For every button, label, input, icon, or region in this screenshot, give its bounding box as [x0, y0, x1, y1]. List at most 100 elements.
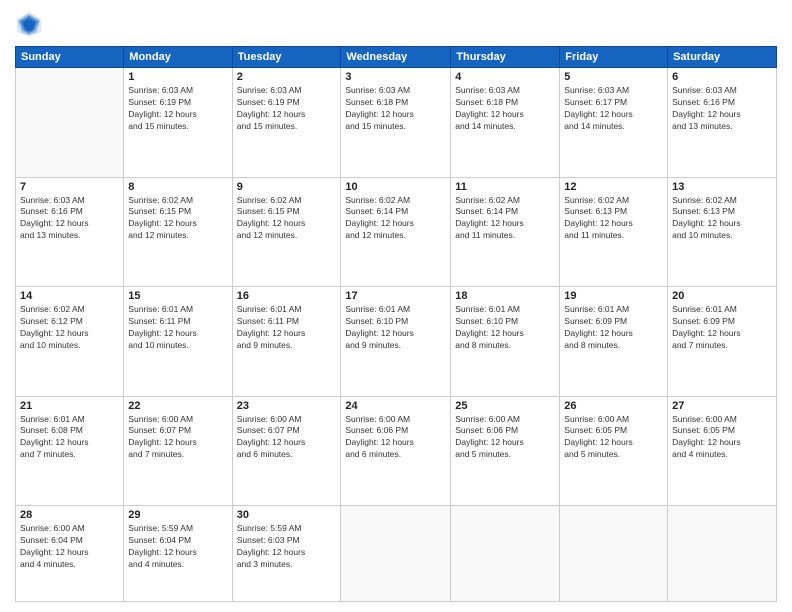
day-number: 19: [564, 290, 663, 302]
day-info: Sunrise: 6:00 AM Sunset: 6:06 PM Dayligh…: [455, 414, 555, 462]
day-number: 10: [345, 181, 446, 193]
day-info: Sunrise: 6:03 AM Sunset: 6:18 PM Dayligh…: [455, 85, 555, 133]
calendar-cell: [341, 506, 451, 602]
day-number: 13: [672, 181, 772, 193]
calendar-cell: 11 Sunrise: 6:02 AM Sunset: 6:14 PM Dayli…: [451, 177, 560, 287]
calendar-cell: 6 Sunrise: 6:03 AM Sunset: 6:16 PM Daylig…: [668, 68, 777, 178]
calendar-cell: 2 Sunrise: 6:03 AM Sunset: 6:19 PM Daylig…: [232, 68, 341, 178]
calendar-week-4: 21Sunrise: 6:01 AM Sunset: 6:08 PM Dayli…: [16, 396, 777, 506]
day-number: 11: [455, 181, 555, 193]
calendar-cell: 10 Sunrise: 6:02 AM Sunset: 6:14 PM Dayli…: [341, 177, 451, 287]
calendar-cell: 9 Sunrise: 6:02 AM Sunset: 6:15 PM Daylig…: [232, 177, 341, 287]
calendar-cell: 18Sunrise: 6:01 AM Sunset: 6:10 PM Dayli…: [451, 287, 560, 397]
day-info: Sunrise: 5:59 AM Sunset: 6:03 PM Dayligh…: [237, 523, 337, 571]
calendar-cell: [451, 506, 560, 602]
calendar-cell: 28 Sunrise: 6:00 AM Sunset: 6:04 PM Dayli…: [16, 506, 124, 602]
day-info: Sunrise: 6:02 AM Sunset: 6:14 PM Dayligh…: [345, 195, 446, 243]
day-info: Sunrise: 6:00 AM Sunset: 6:07 PM Dayligh…: [237, 414, 337, 462]
calendar-cell: 29 Sunrise: 5:59 AM Sunset: 6:04 PM Dayli…: [124, 506, 232, 602]
day-number: 3: [345, 71, 446, 83]
day-number: 12: [564, 181, 663, 193]
day-number: 14: [20, 290, 119, 302]
day-info: Sunrise: 6:00 AM Sunset: 6:04 PM Dayligh…: [20, 523, 119, 571]
day-info: Sunrise: 6:01 AM Sunset: 6:09 PM Dayligh…: [672, 304, 772, 352]
page-header: [15, 10, 777, 38]
calendar-cell: 30 Sunrise: 5:59 AM Sunset: 6:03 PM Dayli…: [232, 506, 341, 602]
calendar-cell: 8 Sunrise: 6:02 AM Sunset: 6:15 PM Daylig…: [124, 177, 232, 287]
calendar-header-monday: Monday: [124, 47, 232, 68]
day-number: 6: [672, 71, 772, 83]
day-info: Sunrise: 5:59 AM Sunset: 6:04 PM Dayligh…: [128, 523, 227, 571]
calendar-cell: 17 Sunrise: 6:01 AM Sunset: 6:10 PM Dayli…: [341, 287, 451, 397]
day-number: 16: [237, 290, 337, 302]
logo: [15, 10, 47, 38]
day-number: 5: [564, 71, 663, 83]
day-number: 15: [128, 290, 227, 302]
day-number: 28: [20, 509, 119, 521]
day-number: 25: [455, 400, 555, 412]
calendar-cell: 26 Sunrise: 6:00 AM Sunset: 6:05 PM Dayli…: [560, 396, 668, 506]
day-info: Sunrise: 6:03 AM Sunset: 6:18 PM Dayligh…: [345, 85, 446, 133]
calendar-header-saturday: Saturday: [668, 47, 777, 68]
calendar-cell: 13 Sunrise: 6:02 AM Sunset: 6:13 PM Dayli…: [668, 177, 777, 287]
calendar-header-sunday: Sunday: [16, 47, 124, 68]
calendar-cell: 23 Sunrise: 6:00 AM Sunset: 6:07 PM Dayli…: [232, 396, 341, 506]
calendar-cell: 24 Sunrise: 6:00 AM Sunset: 6:06 PM Dayli…: [341, 396, 451, 506]
calendar-week-1: 1Sunrise: 6:03 AM Sunset: 6:19 PM Daylig…: [16, 68, 777, 178]
day-number: 9: [237, 181, 337, 193]
day-number: 17: [345, 290, 446, 302]
day-number: 2: [237, 71, 337, 83]
day-number: 23: [237, 400, 337, 412]
day-info: Sunrise: 6:01 AM Sunset: 6:11 PM Dayligh…: [237, 304, 337, 352]
day-number: 4: [455, 71, 555, 83]
day-info: Sunrise: 6:00 AM Sunset: 6:05 PM Dayligh…: [672, 414, 772, 462]
calendar-header-thursday: Thursday: [451, 47, 560, 68]
day-info: Sunrise: 6:01 AM Sunset: 6:10 PM Dayligh…: [345, 304, 446, 352]
calendar-cell: 5 Sunrise: 6:03 AM Sunset: 6:17 PM Daylig…: [560, 68, 668, 178]
logo-icon: [15, 10, 43, 38]
day-info: Sunrise: 6:03 AM Sunset: 6:16 PM Dayligh…: [672, 85, 772, 133]
day-info: Sunrise: 6:00 AM Sunset: 6:06 PM Dayligh…: [345, 414, 446, 462]
calendar-cell: 27Sunrise: 6:00 AM Sunset: 6:05 PM Dayli…: [668, 396, 777, 506]
day-info: Sunrise: 6:02 AM Sunset: 6:15 PM Dayligh…: [128, 195, 227, 243]
calendar-header-wednesday: Wednesday: [341, 47, 451, 68]
calendar-cell: 7 Sunrise: 6:03 AM Sunset: 6:16 PM Daylig…: [16, 177, 124, 287]
day-info: Sunrise: 6:02 AM Sunset: 6:15 PM Dayligh…: [237, 195, 337, 243]
calendar-cell: 22Sunrise: 6:00 AM Sunset: 6:07 PM Dayli…: [124, 396, 232, 506]
day-info: Sunrise: 6:03 AM Sunset: 6:16 PM Dayligh…: [20, 195, 119, 243]
day-number: 29: [128, 509, 227, 521]
calendar-cell: 20 Sunrise: 6:01 AM Sunset: 6:09 PM Dayli…: [668, 287, 777, 397]
day-info: Sunrise: 6:00 AM Sunset: 6:05 PM Dayligh…: [564, 414, 663, 462]
calendar-header-friday: Friday: [560, 47, 668, 68]
calendar-cell: [668, 506, 777, 602]
day-info: Sunrise: 6:02 AM Sunset: 6:13 PM Dayligh…: [564, 195, 663, 243]
day-info: Sunrise: 6:02 AM Sunset: 6:13 PM Dayligh…: [672, 195, 772, 243]
calendar-cell: 1Sunrise: 6:03 AM Sunset: 6:19 PM Daylig…: [124, 68, 232, 178]
calendar-header-tuesday: Tuesday: [232, 47, 341, 68]
day-info: Sunrise: 6:03 AM Sunset: 6:19 PM Dayligh…: [237, 85, 337, 133]
calendar-cell: 15 Sunrise: 6:01 AM Sunset: 6:11 PM Dayli…: [124, 287, 232, 397]
calendar-cell: [16, 68, 124, 178]
calendar-week-2: 7 Sunrise: 6:03 AM Sunset: 6:16 PM Daylig…: [16, 177, 777, 287]
day-info: Sunrise: 6:03 AM Sunset: 6:17 PM Dayligh…: [564, 85, 663, 133]
day-number: 24: [345, 400, 446, 412]
calendar-header-row: SundayMondayTuesdayWednesdayThursdayFrid…: [16, 47, 777, 68]
day-info: Sunrise: 6:00 AM Sunset: 6:07 PM Dayligh…: [128, 414, 227, 462]
day-info: Sunrise: 6:01 AM Sunset: 6:08 PM Dayligh…: [20, 414, 119, 462]
day-number: 26: [564, 400, 663, 412]
calendar-cell: 12 Sunrise: 6:02 AM Sunset: 6:13 PM Dayli…: [560, 177, 668, 287]
day-info: Sunrise: 6:01 AM Sunset: 6:09 PM Dayligh…: [564, 304, 663, 352]
calendar-week-3: 14Sunrise: 6:02 AM Sunset: 6:12 PM Dayli…: [16, 287, 777, 397]
day-number: 8: [128, 181, 227, 193]
calendar-cell: 3 Sunrise: 6:03 AM Sunset: 6:18 PM Daylig…: [341, 68, 451, 178]
day-info: Sunrise: 6:01 AM Sunset: 6:11 PM Dayligh…: [128, 304, 227, 352]
day-info: Sunrise: 6:02 AM Sunset: 6:14 PM Dayligh…: [455, 195, 555, 243]
day-number: 30: [237, 509, 337, 521]
calendar-cell: [560, 506, 668, 602]
calendar-cell: 16 Sunrise: 6:01 AM Sunset: 6:11 PM Dayli…: [232, 287, 341, 397]
calendar-cell: 14Sunrise: 6:02 AM Sunset: 6:12 PM Dayli…: [16, 287, 124, 397]
day-info: Sunrise: 6:01 AM Sunset: 6:10 PM Dayligh…: [455, 304, 555, 352]
day-number: 7: [20, 181, 119, 193]
calendar-cell: 25 Sunrise: 6:00 AM Sunset: 6:06 PM Dayli…: [451, 396, 560, 506]
day-number: 20: [672, 290, 772, 302]
